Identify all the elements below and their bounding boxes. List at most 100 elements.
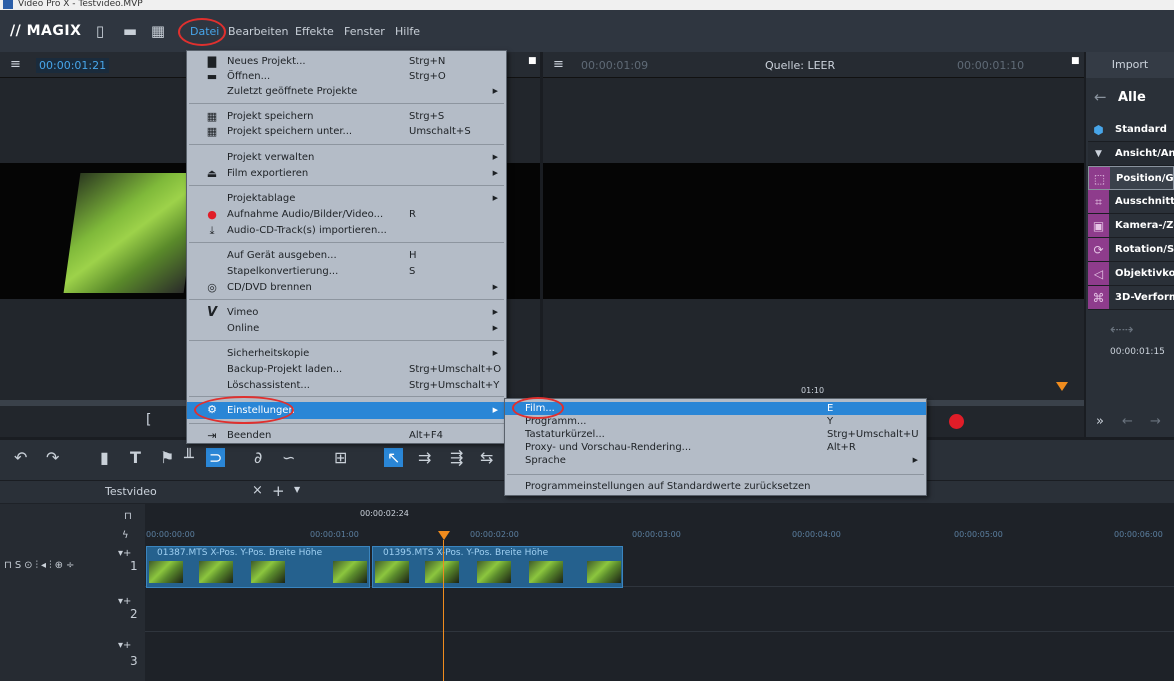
range-select-icon[interactable]: ⇉: [418, 448, 431, 467]
menu-item-programm[interactable]: Programm... Y: [505, 415, 926, 428]
menu-item-stapelkonvertierung[interactable]: Stapelkonvertierung... S: [187, 264, 506, 279]
timeline-playhead-handle[interactable]: [438, 531, 450, 540]
menu-item-sicherheitskopie[interactable]: Sicherheitskopie ▶: [187, 346, 506, 361]
menu-item-loeschassistent[interactable]: Löschassistent... Strg+Umschalt+Y: [187, 378, 506, 393]
folder-icon[interactable]: ▬: [122, 22, 138, 40]
menu-item-zuletzt[interactable]: Zuletzt geöffnete Projekte ▶: [187, 84, 506, 99]
hamburger-icon[interactable]: ≡: [10, 57, 21, 72]
menu-item-standardwerte[interactable]: Programmeinstellungen auf Standardwerte …: [505, 479, 926, 494]
nav-arrows-icon[interactable]: ⇠⇢: [1110, 322, 1133, 338]
magnet-icon[interactable]: ⊃: [206, 448, 226, 467]
back-arrow-icon[interactable]: ←: [1094, 88, 1107, 106]
menu-item-sprache[interactable]: Sprache ▶: [505, 454, 926, 467]
tab-import[interactable]: Import: [1086, 52, 1174, 78]
menu-item-verwalten[interactable]: Projekt verwalten ▶: [187, 150, 506, 165]
menu-item-film-exportieren[interactable]: ⏏ Film exportieren ▶: [187, 166, 506, 181]
track-expand-icon[interactable]: ▾+: [118, 640, 131, 651]
menu-item-audio-cd[interactable]: ⤓ Audio-CD-Track(s) importieren...: [187, 223, 506, 238]
effect-item-kamera[interactable]: ▣Kamera-/Zoo: [1088, 214, 1174, 238]
video-clip[interactable]: 01395.MTS X-Pos. Y-Pos. Breite Höhe: [372, 546, 623, 588]
menu-item-auf-geraet[interactable]: Auf Gerät ausgeben... H: [187, 248, 506, 263]
magix-logo: // MAGIX: [10, 23, 82, 39]
add-tab-icon[interactable]: +: [272, 482, 285, 500]
in-marker[interactable]: [: [146, 412, 151, 428]
source-video-frame: [543, 163, 1084, 299]
track-expand-icon[interactable]: ▾+: [118, 548, 131, 559]
tab-testvideo[interactable]: Testvideo: [105, 485, 157, 498]
ruler-label: 00:00:02:00: [470, 530, 519, 539]
menu-item-proxy[interactable]: Proxy- und Vorschau-Rendering... Alt+R: [505, 441, 926, 454]
save-icon[interactable]: ▦: [150, 22, 166, 40]
datei-menu: ▇ Neues Projekt... Strg+N ▬ Öffnen... Strg+O…: [186, 50, 507, 444]
clip-thumbnail: [587, 561, 621, 583]
expand-down-icon[interactable]: »: [1096, 414, 1104, 429]
track-controls[interactable]: ⊓S⊙⫶◂⫶⊕÷: [4, 560, 77, 571]
effect-item-3d[interactable]: ⌘3D-Verformu: [1088, 286, 1174, 310]
menu-item-cd-dvd[interactable]: ◎ CD/DVD brennen ▶: [187, 280, 506, 295]
effect-item-ausschnitt[interactable]: ⌗ Ausschnitt: [1088, 190, 1174, 214]
lens-icon: ◁: [1088, 262, 1109, 285]
menu-effekte[interactable]: Effekte: [295, 25, 334, 38]
text-icon[interactable]: T: [130, 448, 141, 467]
record-button[interactable]: [949, 414, 964, 429]
close-tab-icon[interactable]: ×: [252, 483, 263, 498]
highlight-circle: [194, 396, 294, 424]
track-number: 1: [130, 559, 138, 573]
new-document-icon[interactable]: ▯: [92, 22, 108, 40]
menu-item-online[interactable]: Online ▶: [187, 321, 506, 336]
playhead-time: 00:00:02:24: [360, 509, 409, 518]
menu-item-beenden[interactable]: ⇥ Beenden Alt+F4: [187, 428, 506, 443]
vimeo-icon: V: [206, 305, 218, 320]
forward-icon[interactable]: →: [1150, 414, 1161, 429]
link-icon[interactable]: ∂: [254, 448, 262, 467]
track-number: 2: [130, 607, 138, 621]
menu-item-aufnahme[interactable]: ● Aufnahme Audio/Bilder/Video... R: [187, 207, 506, 222]
effect-item-objektiv[interactable]: ◁Objektivkorr: [1088, 262, 1174, 286]
delete-icon[interactable]: ▮: [100, 448, 109, 467]
lock-icon[interactable]: ⊓: [124, 511, 132, 522]
multi-select-icon[interactable]: ⇶: [450, 448, 463, 467]
clip-thumbnail: [375, 561, 409, 583]
scrub-time-label: 01:10: [801, 386, 825, 395]
menu-item-film[interactable]: Film... E: [505, 402, 926, 415]
insert-icon[interactable]: ⊞: [334, 448, 347, 467]
menu-item-speichern[interactable]: ▦ Projekt speichern Strg+S: [187, 109, 506, 124]
video-content: [63, 173, 201, 293]
menu-fenster[interactable]: Fenster: [344, 25, 385, 38]
unlink-icon[interactable]: ∽: [282, 448, 295, 467]
menu-item-projektablage[interactable]: Projektablage ▶: [187, 191, 506, 206]
back-icon[interactable]: ←: [1122, 414, 1133, 429]
pointer-icon[interactable]: ↖: [384, 448, 404, 467]
audio-mix-icon[interactable]: ╨: [184, 448, 194, 467]
effect-item-rotation[interactable]: ⟳Rotation/Sp: [1088, 238, 1174, 262]
monitor-timecode[interactable]: 00:00:01:21: [36, 58, 110, 73]
effect-item-standard[interactable]: ⬢ Standard: [1088, 118, 1174, 142]
clip-thumbnail: [251, 561, 285, 583]
exit-icon: ⇥: [207, 429, 217, 442]
menu-item-backup[interactable]: Backup-Projekt laden... Strg+Umschalt+O: [187, 362, 506, 377]
disc-icon: ◎: [207, 281, 217, 294]
effect-group-ansicht[interactable]: ▼ Ansicht/Ani: [1088, 142, 1174, 166]
menu-item-vimeo[interactable]: V Vimeo ▶: [187, 305, 506, 320]
menu-item-oeffnen[interactable]: ▬ Öffnen... Strg+O: [187, 69, 506, 84]
effect-item-position[interactable]: ⬚Position/Grö: [1088, 166, 1174, 190]
undo-icon[interactable]: ↶: [14, 448, 27, 467]
maximize-icon[interactable]: ■: [528, 56, 537, 66]
track-expand-icon[interactable]: ▾+: [118, 596, 131, 607]
clip-name: 01387.MTS X-Pos. Y-Pos. Breite Höhe: [157, 548, 323, 558]
maximize-icon[interactable]: ■: [1071, 56, 1080, 66]
menu-item-speichern-unter[interactable]: ▦ Projekt speichern unter... Umschalt+S: [187, 124, 506, 139]
snap-icon[interactable]: ϟ: [122, 530, 129, 541]
menu-bearbeiten[interactable]: Bearbeiten: [228, 25, 288, 38]
menu-hilfe[interactable]: Hilfe: [395, 25, 420, 38]
marker-icon[interactable]: ⚑: [160, 448, 174, 467]
tab-dropdown-icon[interactable]: ▼: [294, 485, 300, 494]
video-clip[interactable]: 01387.MTS X-Pos. Y-Pos. Breite Höhe: [146, 546, 370, 588]
hamburger-icon[interactable]: ≡: [553, 57, 564, 72]
stretch-icon[interactable]: ⇆: [480, 448, 493, 467]
submenu-arrow-icon: ▶: [492, 87, 498, 95]
menu-item-neues-projekt[interactable]: ▇ Neues Projekt... Strg+N: [187, 54, 506, 69]
redo-icon[interactable]: ↷: [46, 448, 59, 467]
playhead-marker[interactable]: [1056, 382, 1068, 391]
menu-item-tastaturkuerzel[interactable]: Tastaturkürzel... Strg+Umschalt+U: [505, 428, 926, 441]
